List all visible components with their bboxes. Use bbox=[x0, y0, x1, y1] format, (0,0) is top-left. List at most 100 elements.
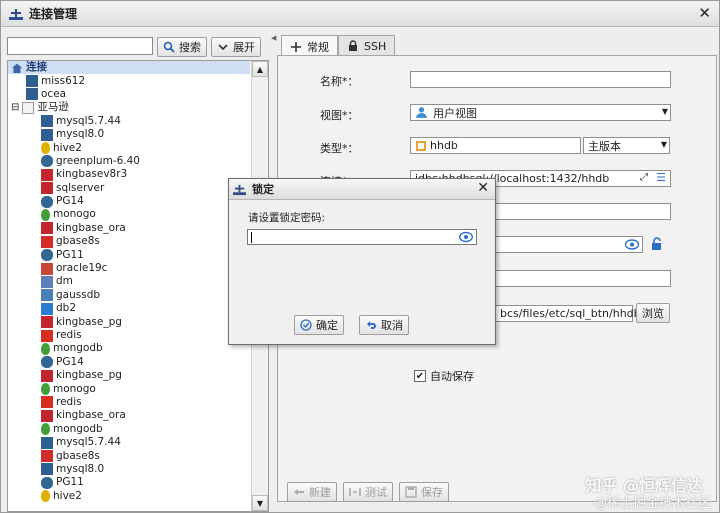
tree-item-label: gaussdb bbox=[56, 288, 101, 301]
browse-button[interactable]: 浏览 bbox=[636, 303, 670, 323]
tree-item[interactable]: hive2 bbox=[8, 141, 250, 155]
tree-item[interactable]: PG11 bbox=[8, 248, 250, 262]
cancel-button[interactable]: 取消 bbox=[359, 315, 409, 335]
tree-item[interactable]: PG14 bbox=[8, 356, 250, 369]
eye-icon[interactable] bbox=[625, 239, 639, 250]
lock-password-input[interactable] bbox=[247, 229, 477, 245]
tree-item[interactable]: gbase8s bbox=[8, 235, 250, 248]
tab-ssh[interactable]: SSH bbox=[338, 35, 396, 56]
tab-general[interactable]: 常规 bbox=[281, 35, 338, 57]
lock-dialog-titlebar: 锁定 bbox=[229, 179, 495, 200]
list-icon[interactable]: ☰ bbox=[656, 171, 666, 184]
tree-item-label: kingbase_pg bbox=[56, 315, 122, 328]
tree-item-label: dm bbox=[56, 275, 73, 288]
view-select[interactable]: 用户视图 ▼ bbox=[410, 104, 671, 121]
save-button-label: 保存 bbox=[421, 486, 443, 499]
tree-item[interactable]: ocea bbox=[8, 88, 250, 101]
tree-item[interactable]: mysql8.0 bbox=[8, 128, 250, 141]
tree-item[interactable]: kingbasev8r3 bbox=[8, 168, 250, 181]
tree-item[interactable]: db2 bbox=[8, 302, 250, 315]
test-icon bbox=[349, 488, 361, 496]
tree-item[interactable]: kingbase_ora bbox=[8, 222, 250, 235]
collapse-arrow-icon[interactable]: ◀ bbox=[271, 34, 276, 42]
mongo-icon bbox=[41, 208, 50, 221]
new-button[interactable]: 新建 bbox=[287, 482, 337, 502]
kingbase-icon bbox=[41, 369, 53, 382]
postgres-icon bbox=[41, 476, 53, 489]
type-label: 类型*： bbox=[320, 142, 359, 155]
collapse-toggle-icon[interactable]: ⊟ bbox=[11, 101, 19, 114]
tree-item[interactable]: dm bbox=[8, 275, 250, 288]
hive-icon bbox=[41, 490, 50, 503]
search-input[interactable] bbox=[7, 37, 153, 55]
tree-item[interactable]: PG11 bbox=[8, 476, 250, 489]
close-icon[interactable]: ✕ bbox=[698, 4, 711, 22]
tree-item[interactable]: sqlserver bbox=[8, 182, 250, 195]
tree-item[interactable]: redis bbox=[8, 329, 250, 342]
tree-item-label: PG14 bbox=[56, 355, 84, 368]
new-button-label: 新建 bbox=[309, 486, 331, 499]
dm-icon bbox=[41, 275, 53, 288]
tab-general-label: 常规 bbox=[307, 40, 329, 54]
version-select[interactable]: 主版本 ▼ bbox=[583, 137, 670, 154]
tree-item[interactable]: gaussdb bbox=[8, 289, 250, 302]
tree-item[interactable]: redis bbox=[8, 396, 250, 409]
hive-icon bbox=[41, 142, 50, 155]
chevron-down-icon: ▼ bbox=[660, 140, 667, 149]
path-field[interactable]: bcs/files/etc/sql_btn/hhdb bbox=[495, 305, 641, 322]
tree-item[interactable]: mysql5.7.44 bbox=[8, 115, 250, 128]
type-value: hhdb bbox=[430, 139, 458, 152]
name-field[interactable] bbox=[410, 71, 671, 88]
tree-item-label: miss612 bbox=[41, 74, 86, 87]
lock-dialog-buttons: 确定 取消 bbox=[294, 315, 409, 335]
autosave-row[interactable]: ✔ 自动保存 bbox=[414, 368, 474, 384]
search-button[interactable]: 搜索 bbox=[157, 37, 207, 57]
eye-icon[interactable] bbox=[459, 231, 473, 243]
unlock-icon[interactable] bbox=[650, 237, 664, 251]
tree-item-label: sqlserver bbox=[56, 181, 105, 194]
tree-item-label: kingbase_ora bbox=[56, 409, 126, 422]
tree-item[interactable]: mongodb bbox=[8, 423, 250, 436]
tree-item-label: PG11 bbox=[56, 476, 84, 489]
scroll-down-arrow-icon[interactable]: ▼ bbox=[252, 495, 268, 511]
expand-icon[interactable]: ⤢ bbox=[640, 172, 648, 183]
tree-item-label: kingbasev8r3 bbox=[56, 168, 128, 181]
tree-item[interactable]: monogo bbox=[8, 208, 250, 221]
search-bar: 搜索 展开 bbox=[7, 37, 261, 57]
type-field[interactable]: hhdb bbox=[410, 137, 581, 154]
tree-item-label: gbase8s bbox=[56, 449, 100, 462]
test-button[interactable]: 测试 bbox=[343, 482, 393, 502]
mongo-icon bbox=[41, 383, 50, 396]
tree-root[interactable]: 连接 bbox=[8, 61, 250, 75]
tree-item-label: mysql8.0 bbox=[56, 128, 105, 141]
tree-item[interactable]: monogo bbox=[8, 382, 250, 396]
tree-item[interactable]: kingbase_ora bbox=[8, 409, 250, 422]
tree-item-label: gbase8s bbox=[56, 235, 100, 248]
tree-item[interactable]: greenplum-6.40 bbox=[8, 155, 250, 168]
tree-item[interactable]: oracle19c bbox=[8, 262, 250, 275]
tree-item[interactable]: ⊟ 亚马逊 bbox=[8, 101, 250, 114]
scroll-up-arrow-icon[interactable]: ▲ bbox=[252, 61, 268, 77]
save-button[interactable]: 保存 bbox=[399, 482, 449, 502]
hhdb-icon bbox=[416, 140, 426, 151]
lock-password-prompt: 请设置锁定密码: bbox=[248, 212, 326, 224]
lock-icon bbox=[349, 40, 357, 51]
tree-item[interactable]: kingbase_pg bbox=[8, 369, 250, 382]
app-icon bbox=[233, 184, 246, 195]
autosave-checkbox[interactable]: ✔ bbox=[414, 370, 426, 382]
tree-item[interactable]: mysql5.7.44 bbox=[8, 436, 250, 449]
tree-item-label: mysql5.7.44 bbox=[56, 114, 121, 127]
tree-item[interactable]: mongodb bbox=[8, 342, 250, 355]
tab-ssh-label: SSH bbox=[364, 39, 387, 53]
tree-item[interactable]: PG14 bbox=[8, 195, 250, 208]
expand-button[interactable]: 展开 bbox=[211, 37, 261, 57]
close-icon[interactable]: ✕ bbox=[477, 180, 489, 196]
tree-item[interactable]: mysql8.0 bbox=[8, 463, 250, 476]
kingbase-icon bbox=[41, 222, 53, 235]
tree-item[interactable]: hive2 bbox=[8, 490, 250, 503]
app-icon bbox=[9, 8, 23, 20]
ok-button[interactable]: 确定 bbox=[294, 315, 344, 335]
tree-item[interactable]: kingbase_pg bbox=[8, 315, 250, 329]
tree-item[interactable]: gbase8s bbox=[8, 449, 250, 463]
tree-item[interactable]: miss612 bbox=[8, 74, 250, 88]
